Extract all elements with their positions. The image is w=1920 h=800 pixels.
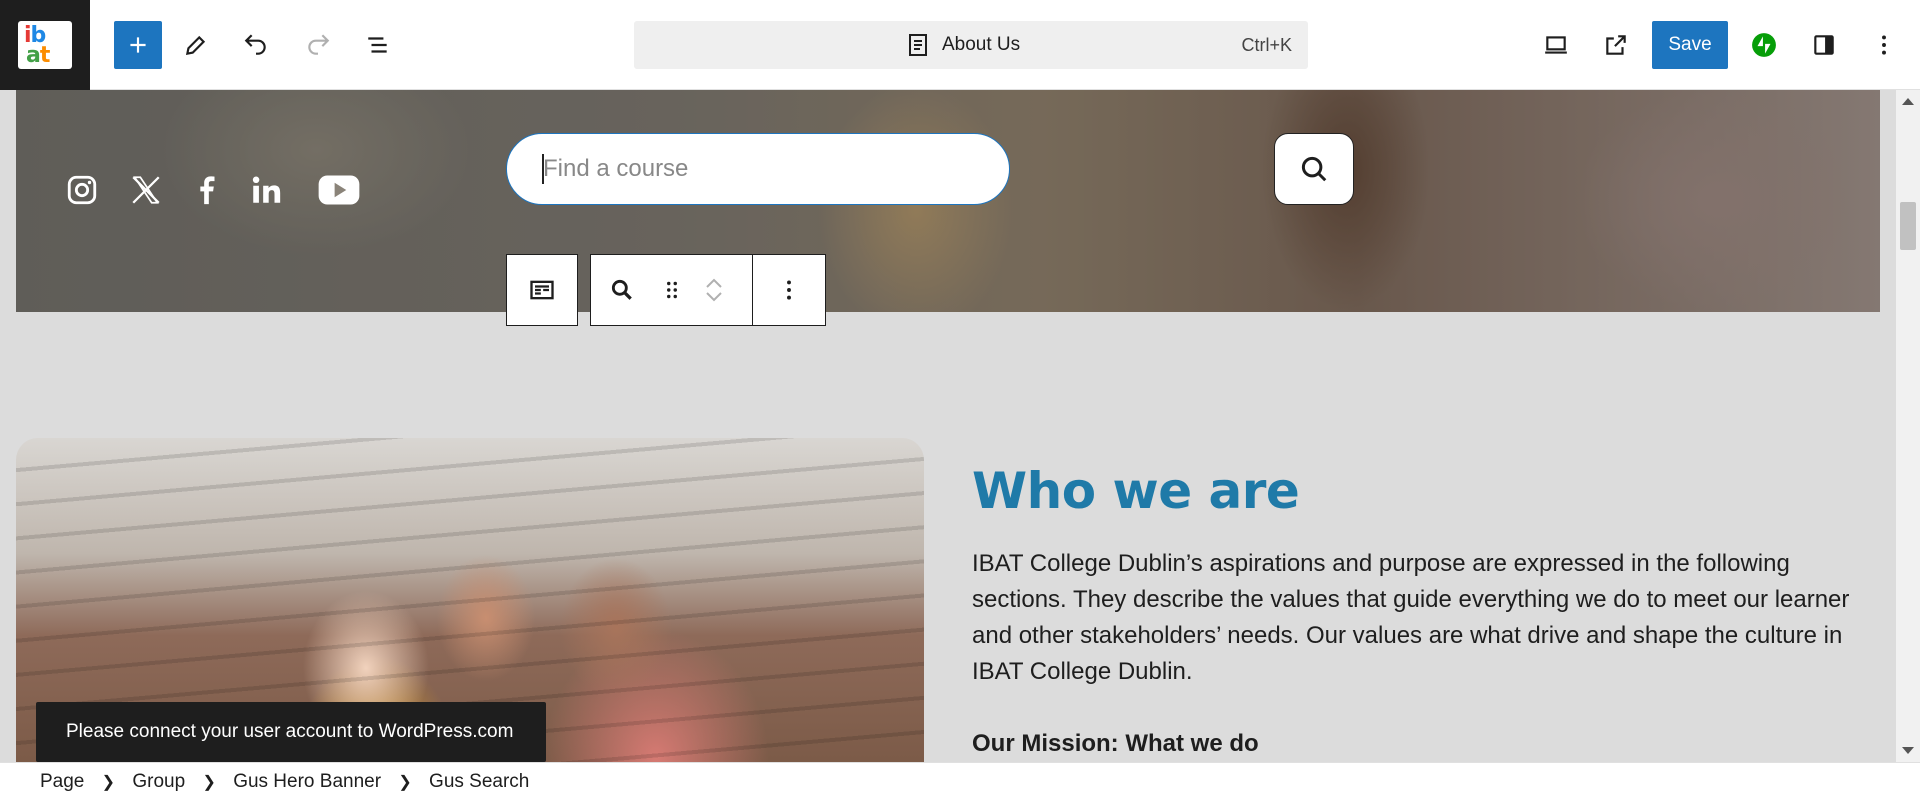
facebook-icon[interactable]: [186, 170, 226, 210]
scroll-thumb[interactable]: [1900, 202, 1916, 250]
ibat-logo-icon: ib at: [18, 21, 72, 69]
editor-canvas: Who we are IBAT College Dublin’s aspirat…: [0, 90, 1920, 762]
group-block-icon: [530, 280, 554, 300]
sidebar-icon: [1814, 35, 1834, 55]
editor-header: ib at About Us Ctrl+K Save: [0, 0, 1920, 90]
external-link-icon: [1606, 35, 1626, 55]
options-button[interactable]: [1860, 21, 1908, 69]
chevron-right-icon: ❯: [202, 773, 216, 791]
chevron-up-icon[interactable]: [704, 276, 724, 290]
scroll-down-arrow[interactable]: [1902, 747, 1914, 754]
desktop-icon: [1545, 36, 1567, 54]
scroll-up-arrow[interactable]: [1902, 98, 1914, 105]
block-mover[interactable]: [692, 255, 736, 325]
section-paragraph[interactable]: IBAT College Dublin’s aspirations and pu…: [972, 546, 1852, 690]
section-heading[interactable]: Who we are: [972, 462, 1300, 520]
chevron-right-icon: ❯: [398, 773, 412, 791]
list-view-icon: [368, 37, 387, 53]
jetpack-icon: [1752, 33, 1776, 57]
chevron-down-icon[interactable]: [704, 290, 724, 304]
undo-button[interactable]: [232, 21, 280, 69]
breadcrumb-item[interactable]: Gus Hero Banner: [233, 771, 381, 793]
pencil-icon: [185, 35, 206, 56]
search-icon: [1301, 156, 1327, 182]
course-search-input[interactable]: [506, 133, 1010, 205]
canvas-scrollbar[interactable]: [1896, 90, 1920, 762]
document-overview-button[interactable]: [354, 21, 402, 69]
redo-icon: [308, 34, 330, 55]
view-page-button[interactable]: [1592, 21, 1640, 69]
preview-button[interactable]: [1532, 21, 1580, 69]
mission-subheading[interactable]: Our Mission: What we do: [972, 730, 1259, 758]
breadcrumb-item[interactable]: Group: [132, 771, 185, 793]
page-icon: [909, 34, 927, 56]
block-type-button[interactable]: [591, 255, 652, 325]
shortcut-hint: Ctrl+K: [1241, 35, 1292, 55]
command-center[interactable]: About Us Ctrl+K: [634, 21, 1308, 69]
redo-button[interactable]: [294, 21, 342, 69]
youtube-icon[interactable]: [316, 170, 362, 210]
text-cursor: [542, 154, 544, 184]
linkedin-icon[interactable]: [246, 170, 286, 210]
search-submit-button[interactable]: [1274, 133, 1354, 205]
breadcrumb-item[interactable]: Gus Search: [429, 771, 529, 793]
settings-sidebar-button[interactable]: [1800, 21, 1848, 69]
chevron-right-icon: ❯: [101, 773, 116, 791]
search-block-icon: [611, 279, 632, 300]
undo-icon: [244, 34, 266, 55]
plus-icon: [130, 37, 146, 53]
block-breadcrumb: Page ❯ Group ❯ Gus Hero Banner ❯ Gus Sea…: [0, 762, 1920, 800]
drag-handle[interactable]: [652, 255, 692, 325]
x-twitter-icon[interactable]: [126, 170, 166, 210]
site-logo[interactable]: ib at: [0, 0, 90, 90]
add-block-button[interactable]: [114, 21, 162, 69]
block-options-button[interactable]: [751, 255, 825, 325]
tools-button[interactable]: [172, 21, 220, 69]
select-parent-block-button[interactable]: [506, 254, 578, 326]
instagram-icon[interactable]: [62, 170, 102, 210]
jetpack-button[interactable]: [1740, 21, 1788, 69]
drag-handle-icon: [667, 281, 678, 299]
more-vertical-icon: [786, 280, 791, 300]
breadcrumb-item[interactable]: Page: [40, 771, 84, 793]
block-toolbar: [590, 254, 826, 326]
document-title: About Us: [942, 34, 1021, 55]
more-vertical-icon: [1882, 35, 1886, 55]
connect-account-notice: Please connect your user account to Word…: [36, 702, 546, 762]
save-button[interactable]: Save: [1652, 21, 1728, 69]
